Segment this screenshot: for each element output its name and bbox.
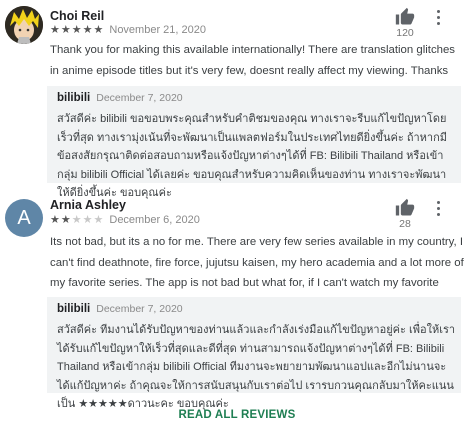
rating-stars: ★ ★ ★ ★ ★: [50, 23, 104, 36]
review-date: December 6, 2020: [109, 214, 200, 226]
reply-date: December 7, 2020: [96, 303, 183, 315]
reply-date: December 7, 2020: [96, 92, 183, 104]
review-meta: ★ ★ ★ ★ ★ November 21, 2020: [50, 24, 206, 36]
star-icon: ★: [93, 213, 104, 226]
developer-reply: bilibili December 7, 2020 สวัสดีค่ะ ทีมง…: [47, 297, 461, 410]
star-icon: ★: [82, 213, 93, 226]
review-meta: ★ ★ ★ ★ ★ December 6, 2020: [50, 214, 200, 226]
developer-reply: bilibili December 7, 2020 สวัสดีค่ะ bili…: [47, 86, 461, 199]
star-icon: ★: [50, 213, 60, 226]
star-icon: ★: [71, 23, 82, 36]
helpful-count: 28: [399, 218, 411, 230]
reviewer-name: Arnia Ashley: [50, 198, 126, 212]
more-options-icon[interactable]: [434, 10, 442, 28]
star-icon: ★: [93, 23, 104, 36]
reply-text: สวัสดีค่ะ ทีมงานได้รับปัญหาของท่านแล้วแล…: [57, 324, 456, 410]
star-icon: ★: [60, 23, 71, 36]
thumbs-up-icon[interactable]: [395, 7, 415, 27]
avatar[interactable]: [5, 6, 43, 44]
thumbs-up-icon[interactable]: [395, 198, 415, 218]
avatar-image: [5, 6, 43, 44]
helpful-count: 120: [396, 27, 414, 39]
reply-text: สวัสดีค่ะ bilibili ขอขอบพระคุณสำหรับคำติ…: [57, 113, 448, 199]
avatar-letter: A: [17, 206, 31, 229]
rating-stars: ★ ★ ★ ★ ★: [50, 213, 104, 226]
star-icon: ★: [82, 23, 93, 36]
reply-author: bilibili: [57, 92, 91, 104]
reply-author: bilibili: [57, 303, 91, 315]
review-date: November 21, 2020: [109, 24, 206, 36]
more-options-icon[interactable]: [434, 201, 442, 219]
read-all-reviews-link[interactable]: READ ALL REVIEWS: [0, 409, 474, 421]
star-icon: ★: [60, 213, 71, 226]
avatar[interactable]: A: [5, 199, 43, 237]
reviewer-name: Choi Reil: [50, 9, 105, 23]
star-icon: ★: [71, 213, 82, 226]
star-icon: ★: [50, 23, 60, 36]
